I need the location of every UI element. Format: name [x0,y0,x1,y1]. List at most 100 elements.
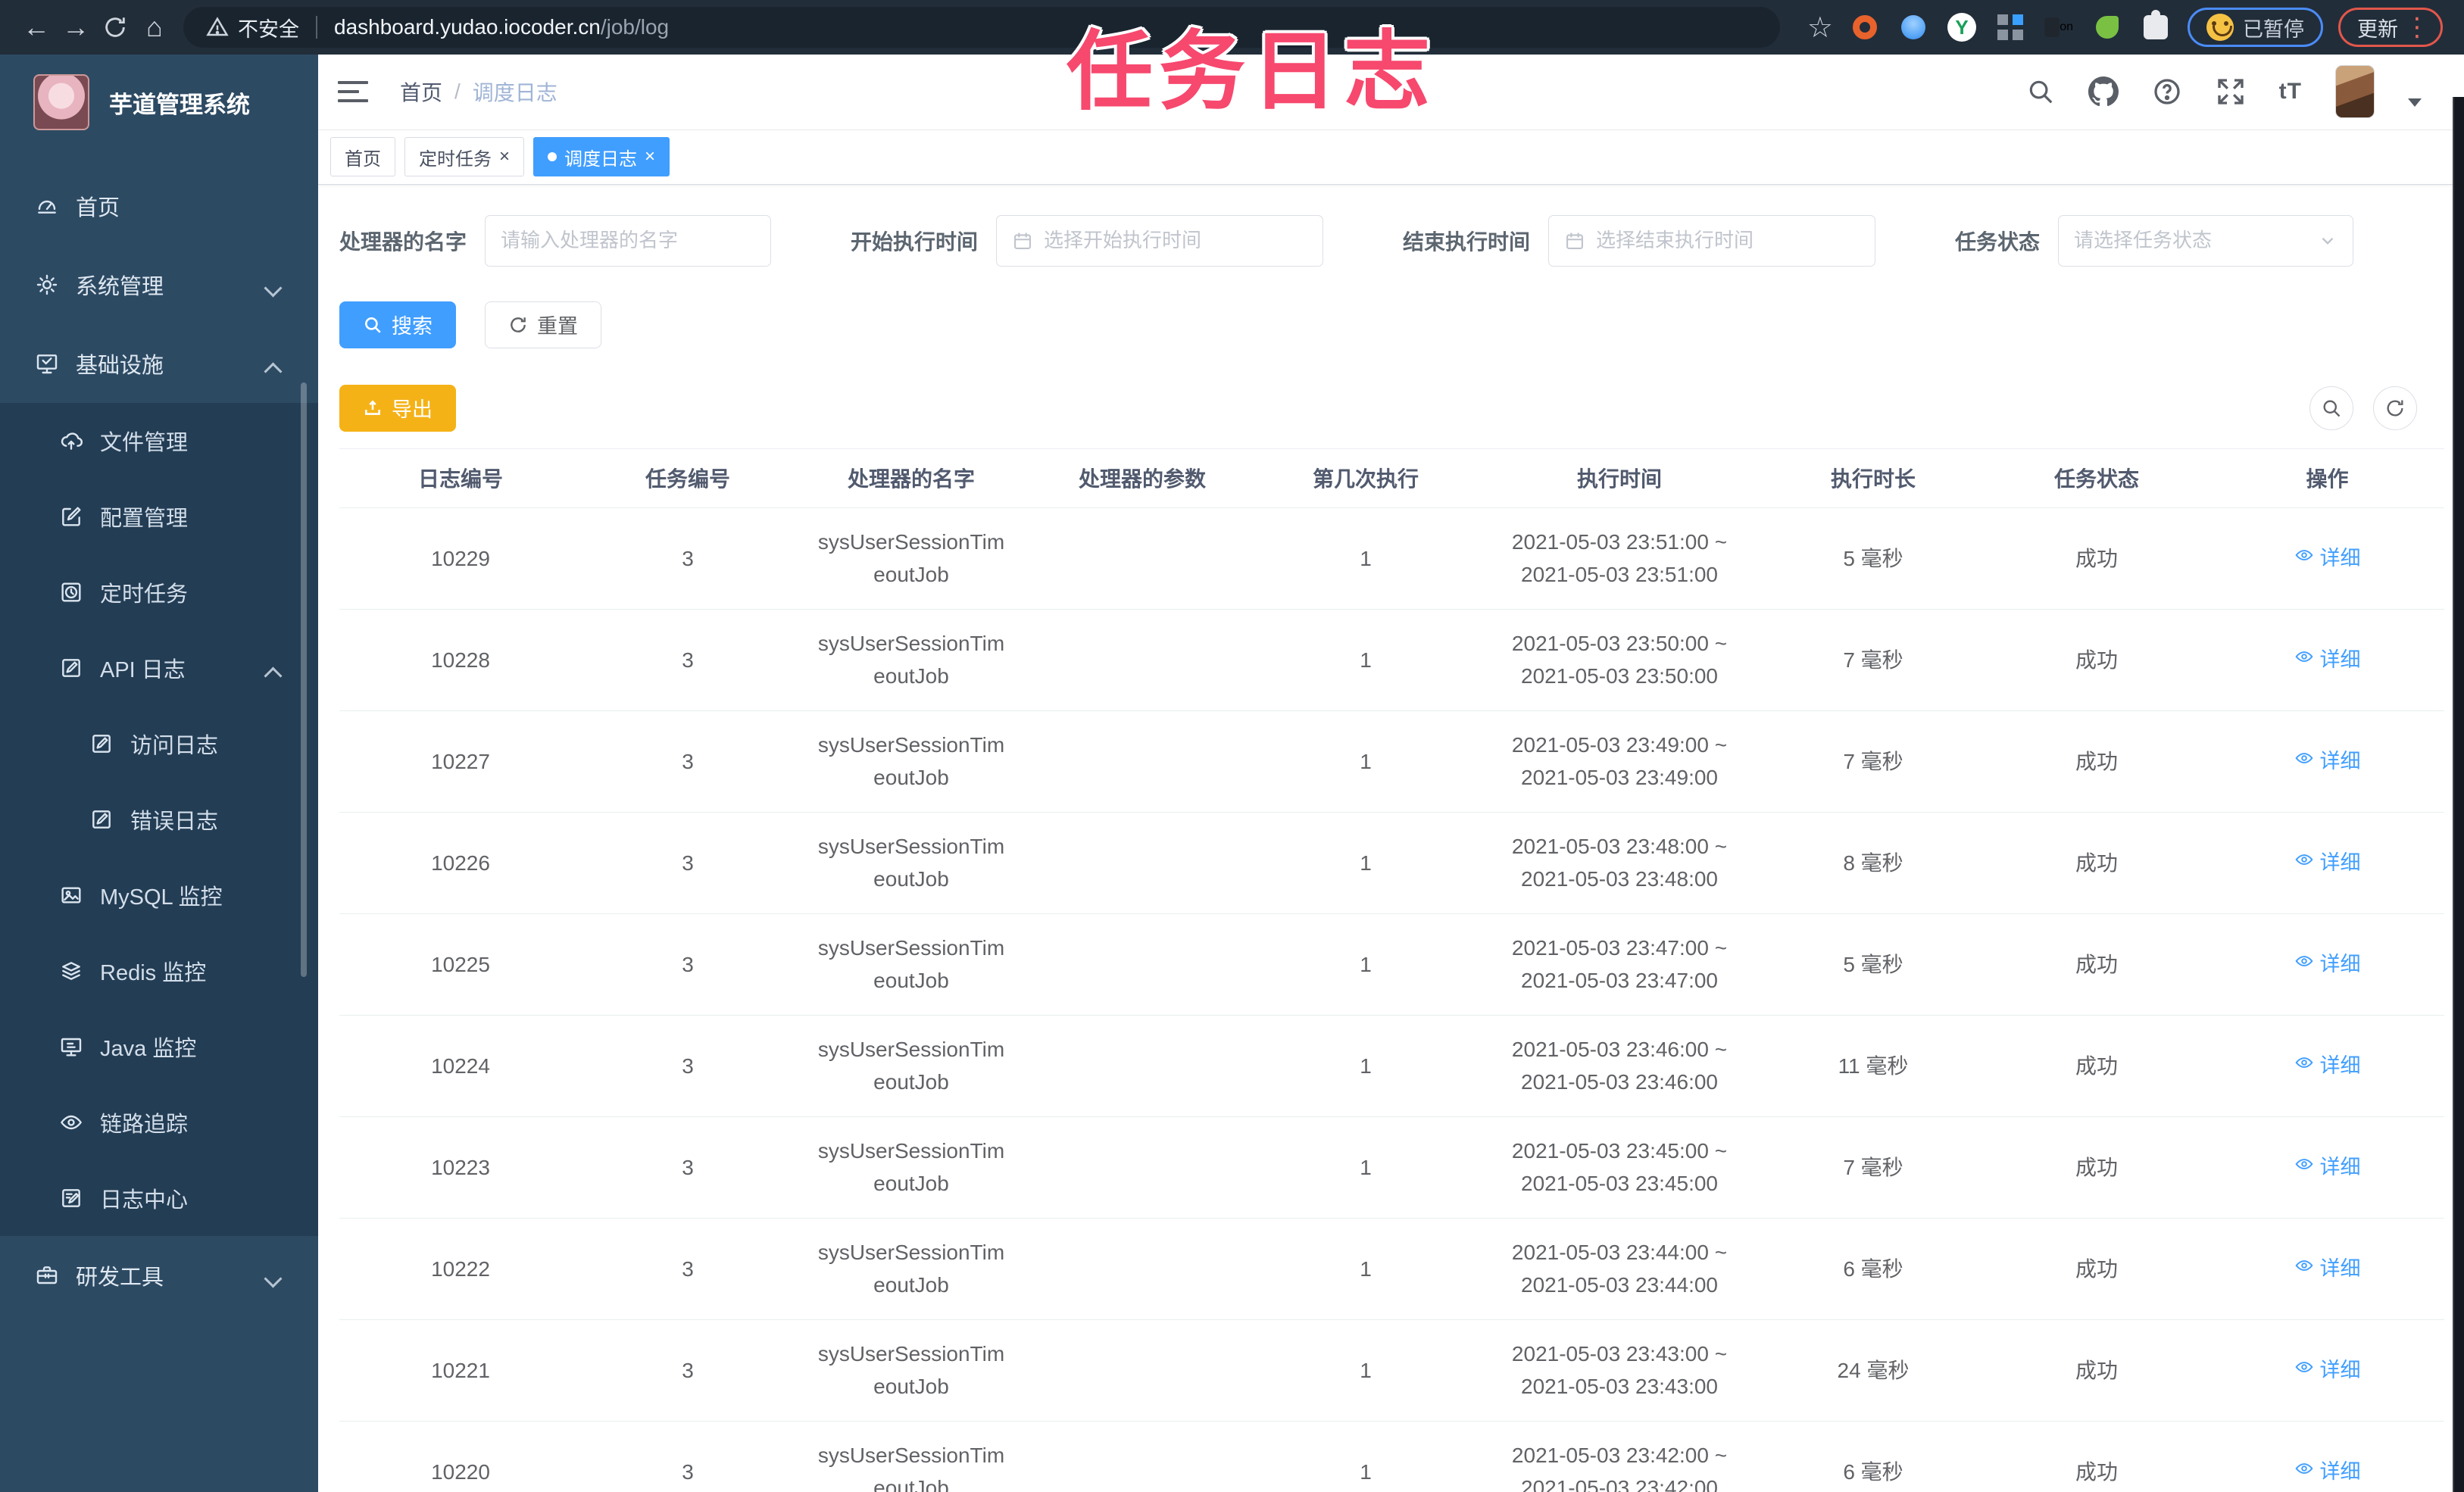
detail-link[interactable]: 详细 [2294,645,2361,676]
sidebar-item-定时任务[interactable]: 定时任务 [0,554,318,630]
detail-link[interactable]: 详细 [2294,1253,2361,1285]
sidebar-scrollbar-thumb[interactable] [301,382,307,977]
toggle-search-button[interactable] [2309,385,2353,430]
bookmark-star-icon[interactable]: ☆ [1807,11,1833,45]
sidebar-item-研发工具[interactable]: 研发工具 [0,1236,318,1315]
eye-icon [2294,645,2314,676]
tab-调度日志[interactable]: 调度日志 × [533,137,670,177]
filter-label: 结束执行时间 [1402,229,1530,254]
cell-execute-time: 2021-05-03 23:44:00 ~2021-05-03 23:44:00 [1476,1218,1763,1320]
home-button[interactable]: ⌂ [135,8,174,47]
cell-log-id: 10226 [339,812,582,914]
table-toolbar: 导出 [339,384,2444,432]
timer-icon [59,580,83,604]
reset-button[interactable]: 重置 [485,301,601,348]
extension-icon[interactable]: Y [1947,13,1976,42]
sidebar-item-系统管理[interactable]: 系统管理 [0,245,318,324]
detail-link[interactable]: 详细 [2294,1355,2361,1387]
cell-handler: sysUserSessionTim eoutJob [794,812,1029,914]
extension-icon[interactable] [2093,13,2122,42]
cell-duration: 7 毫秒 [1763,710,1983,813]
search-icon[interactable] [2026,77,2055,106]
filter-input[interactable] [2073,229,2310,253]
sidebar-item-首页[interactable]: 首页 [0,167,318,245]
filter-date-field[interactable] [1547,214,1875,267]
back-button[interactable]: ← [17,8,56,47]
log-center-icon [59,1186,83,1210]
tab-label: 定时任务 [419,148,492,170]
filter-input[interactable] [501,229,756,253]
address-bar[interactable]: 不安全 dashboard.yudao.iocoder.cn/job/log [183,7,1780,48]
extension-icon[interactable] [1850,13,1879,42]
sidebar-item-label: API 日志 [100,658,186,682]
filter-date-field[interactable] [996,214,1323,267]
filter-input[interactable] [1595,229,1860,253]
extension-on-icon[interactable]: on [2044,13,2073,42]
github-icon[interactable] [2088,76,2119,107]
filter-input[interactable] [1044,229,1307,253]
app-logo-row[interactable]: 芋道管理系统 [0,55,318,150]
filter-text-field[interactable] [485,214,772,267]
calendar-icon [1012,230,1033,251]
column-header: 任务状态 [1983,448,2210,508]
page-scrollbar[interactable] [2453,97,2464,1492]
avatar[interactable] [2335,65,2375,119]
breadcrumb-home[interactable]: 首页 [400,76,442,107]
sidebar-item-Redis-监控[interactable]: Redis 监控 [0,933,318,1009]
url-host: dashboard.yudao.iocoder.cn [334,15,601,39]
browser-menu-icon[interactable]: ⋮ [2404,14,2430,40]
sidebar-item-文件管理[interactable]: 文件管理 [0,403,318,479]
fullscreen-icon[interactable] [2216,76,2246,107]
cell-log-id: 10222 [339,1218,582,1320]
search-button[interactable]: 搜索 [339,301,456,348]
sidebar-item-访问日志[interactable]: 访问日志 [0,706,318,782]
sidebar-item-MySQL-监控[interactable]: MySQL 监控 [0,857,318,933]
annotation-title: 任务日志 [1066,24,1437,120]
help-icon[interactable] [2152,76,2182,107]
tab-定时任务[interactable]: 定时任务 × [404,137,525,177]
detail-link[interactable]: 详细 [2294,543,2361,575]
cell-duration: 7 毫秒 [1763,1116,1983,1219]
tab-首页[interactable]: 首页 [330,137,395,177]
detail-link[interactable]: 详细 [2294,1050,2361,1082]
sidebar-item-Java-监控[interactable]: Java 监控 [0,1009,318,1085]
cell-log-id: 10224 [339,1015,582,1117]
sidebar-item-错误日志[interactable]: 错误日志 [0,782,318,857]
detail-link[interactable]: 详细 [2294,1456,2361,1488]
cell-execute-time: 2021-05-03 23:48:00 ~2021-05-03 23:48:00 [1476,812,1763,914]
close-tab-icon[interactable]: × [499,148,510,166]
security-label: 不安全 [238,17,299,41]
detail-link[interactable]: 详细 [2294,1152,2361,1184]
font-size-icon[interactable]: tT [2279,79,2302,105]
column-header: 操作 [2210,448,2444,508]
close-tab-icon[interactable]: × [645,148,655,166]
profile-paused-chip[interactable]: 已暂停 [2188,8,2323,47]
detail-link[interactable]: 详细 [2294,847,2361,879]
extensions-puzzle-icon[interactable] [2141,10,2170,42]
sidebar-item-基础设施[interactable]: 基础设施 [0,324,318,403]
sidebar-item-API-日志[interactable]: API 日志 [0,630,318,706]
export-button[interactable]: 导出 [339,384,456,432]
browser-update-button[interactable]: 更新 ⋮ [2338,8,2443,47]
sidebar-toggle-icon[interactable] [338,81,368,103]
detail-link[interactable]: 详细 [2294,949,2361,981]
refresh-button[interactable] [2373,385,2417,430]
filter-select-field[interactable] [2057,214,2353,267]
table-row: 10221 3 sysUserSessionTim eoutJob 1 2021-05-0… [339,1319,2444,1422]
table-row: 10220 3 sysUserSessionTim eoutJob 1 2021-05-0… [339,1421,2444,1492]
redis-monitor-icon [59,959,83,983]
sidebar-item-链路追踪[interactable]: 链路追踪 [0,1085,318,1160]
cell-execute-index: 1 [1256,507,1476,610]
reload-button[interactable] [95,8,135,47]
chevron-down-icon[interactable] [2408,98,2422,107]
filter-item: 开始执行时间 [851,214,1323,267]
forward-button[interactable]: → [56,8,95,47]
profile-avatar-emoji [2206,14,2234,41]
cell-execute-index: 1 [1256,1319,1476,1422]
extension-icon[interactable] [1899,13,1928,42]
detail-link[interactable]: 详细 [2294,746,2361,778]
cell-actions: 详细 [2210,710,2444,813]
extension-icon[interactable] [1996,13,2025,42]
sidebar-item-日志中心[interactable]: 日志中心 [0,1160,318,1236]
sidebar-item-配置管理[interactable]: 配置管理 [0,479,318,554]
